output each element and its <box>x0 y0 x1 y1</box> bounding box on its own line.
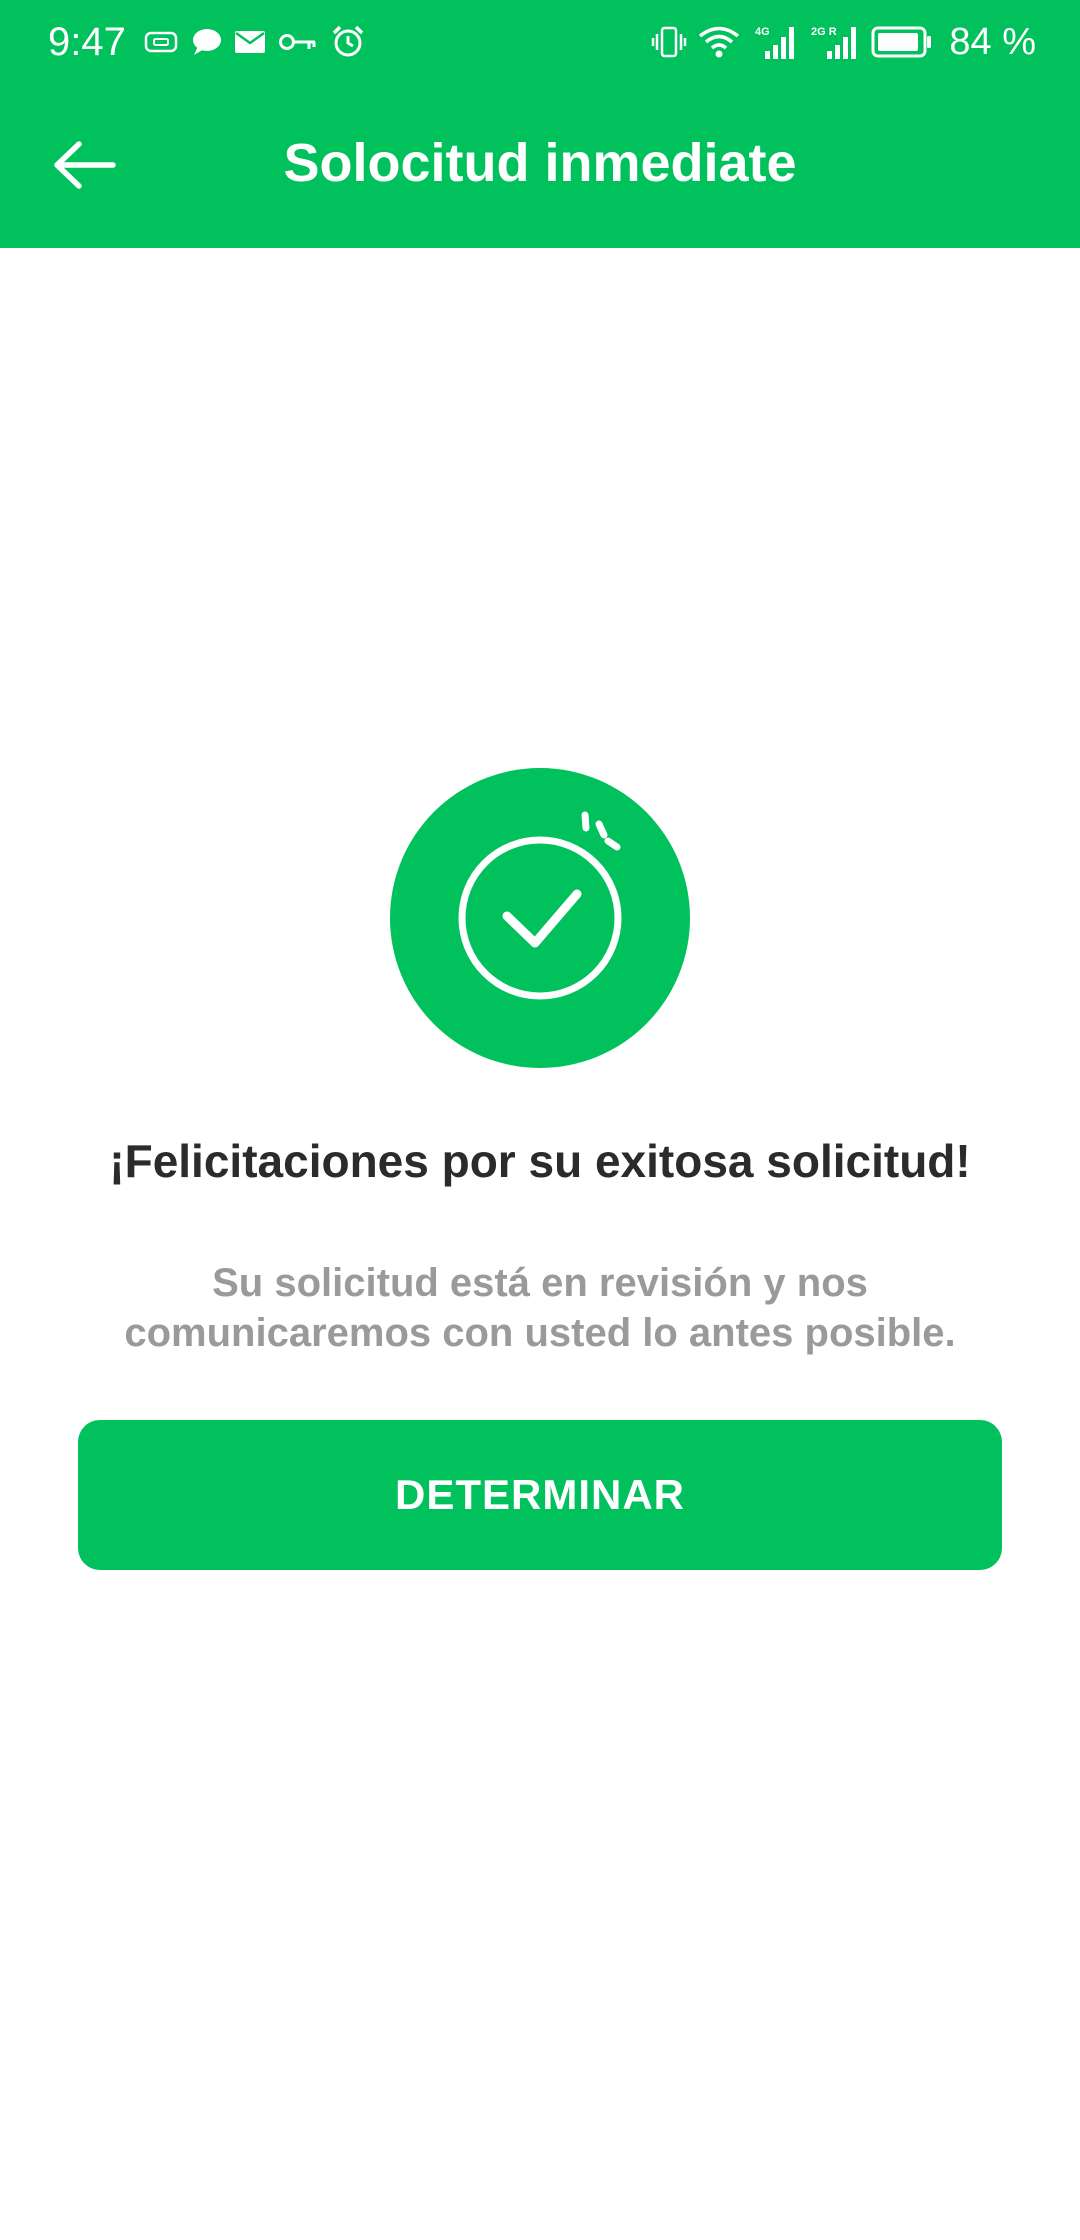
status-time: 9:47 <box>48 19 126 64</box>
alarm-icon <box>330 24 366 60</box>
page-title: Solocitud inmediate <box>283 133 797 193</box>
mail-icon <box>234 29 266 55</box>
success-badge <box>390 768 690 1068</box>
wifi-icon <box>697 25 741 59</box>
network-label-2g: 2G R <box>811 26 837 38</box>
app-screen: 9:47 4G 2G R 84 % Solocitud inmediate ¡F… <box>0 0 1080 2240</box>
success-headline: ¡Felicitaciones por su exitosa solicitud… <box>109 1135 971 1187</box>
network-label-4g: 4G <box>755 26 770 38</box>
signal-icon: 2G R <box>809 23 861 61</box>
battery-icon <box>871 25 933 59</box>
check-circle-icon <box>458 811 622 1000</box>
vibrate-icon <box>651 25 687 59</box>
app-bar: Solocitud inmediate <box>0 84 1080 248</box>
status-right: 4G 2G R 84 % <box>651 14 1036 70</box>
success-message: Su solicitud está en revisión y nos comu… <box>124 1261 956 1355</box>
signal-icon: 4G <box>751 23 799 61</box>
vpn-key-icon <box>278 29 318 55</box>
status-left: 9:47 <box>48 14 366 70</box>
chat-bubble-icon <box>190 27 222 57</box>
battery-percent: 84 % <box>949 20 1036 63</box>
sim-card-icon <box>144 30 178 54</box>
determinar-button[interactable]: DETERMINAR <box>78 1420 1002 1570</box>
status-bar: 9:47 4G 2G R 84 % <box>0 0 1080 84</box>
